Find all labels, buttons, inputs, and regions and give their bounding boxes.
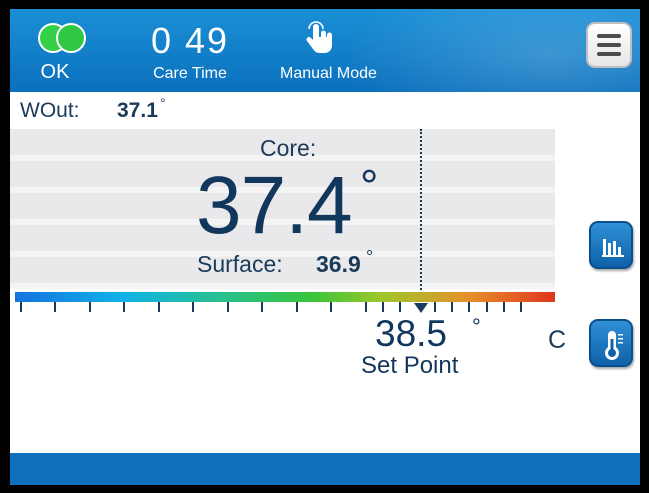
water-out-label: WOut: <box>20 99 80 122</box>
device-frame: OK 0 49 Care Time Manual Mode WOut: 37.1… <box>0 0 649 493</box>
care-time-label: Care Time <box>153 65 227 82</box>
surface-label: Surface: <box>197 251 283 277</box>
scale-tick <box>296 302 298 312</box>
header-bar: OK 0 49 Care Time Manual Mode <box>10 9 640 92</box>
temperature-unit-label: C <box>548 326 567 354</box>
scale-tick <box>227 302 229 312</box>
scale-tick <box>399 302 401 312</box>
set-point-value[interactable]: 38.5 <box>375 313 447 355</box>
scale-tick <box>365 302 367 312</box>
core-degree: ° <box>360 160 379 212</box>
bar-chart-icon <box>602 239 624 257</box>
status-ok-icon <box>38 23 86 53</box>
scale-tick <box>20 302 22 312</box>
water-out-degree: ° <box>160 95 166 111</box>
scale-tick <box>54 302 56 312</box>
mode-label: Manual Mode <box>280 65 377 82</box>
temperature-button[interactable] <box>589 319 633 367</box>
scale-tick <box>261 302 263 312</box>
footer-bar <box>10 453 640 485</box>
setpoint-indicator-line <box>420 129 422 309</box>
scale-tick <box>89 302 91 312</box>
core-label: Core: <box>260 135 317 161</box>
menu-icon-bar <box>597 52 621 56</box>
set-point-degree: ° <box>472 314 481 339</box>
care-time-value: 0 49 <box>150 20 230 61</box>
menu-icon-bar <box>597 43 621 47</box>
scale-tick <box>451 302 453 312</box>
scale-tick <box>468 302 470 312</box>
down-arrow-icon <box>414 303 428 313</box>
surface-degree: ° <box>366 247 374 267</box>
scale-tick <box>486 302 488 312</box>
status-label: OK <box>40 61 70 83</box>
scale-tick <box>158 302 160 312</box>
surface-temperature-value: 36.9 <box>316 251 361 277</box>
scale-tick <box>520 302 522 312</box>
core-temperature-value: 37.4 <box>196 160 353 251</box>
scale-tick <box>330 302 332 312</box>
thermometer-icon <box>605 331 623 360</box>
set-point-label: Set Point <box>361 352 459 379</box>
menu-button[interactable] <box>586 22 632 68</box>
scale-tick <box>123 302 125 312</box>
water-out-value: 37.1 <box>117 99 158 122</box>
scale-tick <box>434 302 436 312</box>
scale-tick <box>192 302 194 312</box>
hand-pointer-icon[interactable] <box>305 21 335 55</box>
trend-chart-button[interactable] <box>589 221 633 269</box>
screen: OK 0 49 Care Time Manual Mode WOut: 37.1… <box>10 9 640 485</box>
menu-icon-bar <box>597 34 621 38</box>
scale-tick <box>503 302 505 312</box>
temperature-gradient-scale <box>15 292 555 302</box>
scale-tick <box>382 302 384 312</box>
